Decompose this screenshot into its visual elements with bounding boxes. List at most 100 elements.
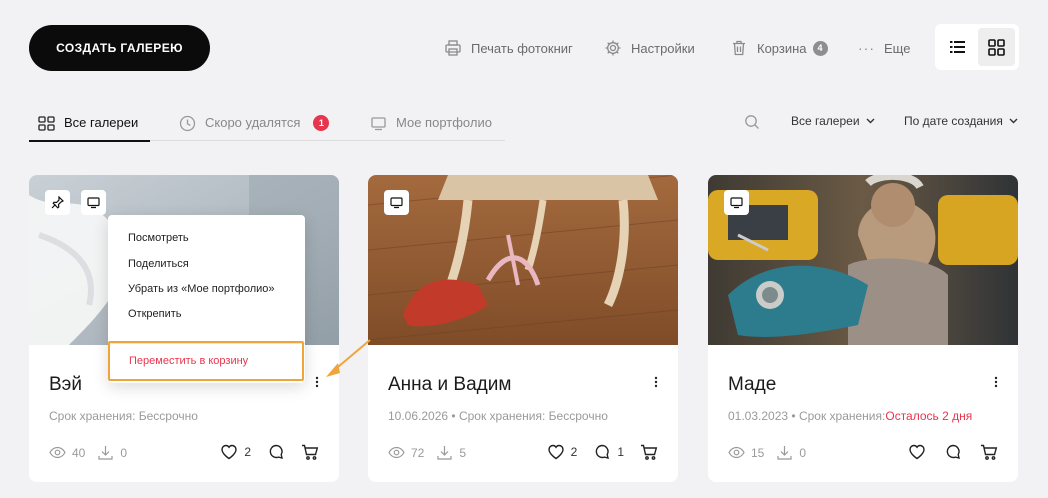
meta-separator: • — [448, 409, 459, 423]
chevron-down-icon — [866, 118, 875, 124]
grid-view-button[interactable] — [978, 28, 1015, 66]
more-menu[interactable]: ··· Еще — [858, 38, 910, 58]
gallery-actions — [908, 443, 998, 461]
storage-label: Срок хранения: Бессрочно — [458, 409, 608, 423]
sort-value: По дате создания — [904, 114, 1003, 128]
menu-item-unpin[interactable]: Открепить — [128, 308, 182, 320]
gallery-title: Вэй — [49, 374, 82, 395]
comment-icon[interactable] — [944, 443, 962, 461]
search-icon — [745, 115, 759, 129]
gallery-title: Маде — [728, 374, 777, 395]
clock-icon — [179, 115, 196, 132]
gallery-type-dropdown[interactable]: Все галереи — [791, 114, 875, 128]
download-icon — [777, 446, 792, 460]
unpin-button[interactable] — [45, 190, 70, 215]
chevron-down-icon — [1009, 118, 1018, 124]
more-label: Еще — [884, 40, 911, 56]
download-icon — [98, 446, 113, 460]
gallery-card[interactable]: Маде 01.03.2023 • Срок хранения:Осталось… — [708, 175, 1018, 482]
heart-icon[interactable] — [220, 443, 238, 461]
eye-icon — [49, 446, 66, 459]
sort-dropdown[interactable]: По дате создания — [904, 114, 1018, 128]
list-view-button[interactable] — [939, 28, 976, 66]
gallery-tabs: Все галереи Скоро удалятся 1 Мое портфол… — [29, 108, 505, 142]
monitor-icon — [390, 197, 403, 209]
portfolio-badge — [81, 190, 106, 215]
soon-deleted-count-badge: 1 — [313, 115, 330, 131]
views-count: 15 — [751, 445, 765, 460]
tab-all-galleries[interactable]: Все галереи — [29, 108, 150, 142]
menu-item-share[interactable]: Поделиться — [128, 258, 189, 270]
heart-icon[interactable] — [547, 443, 565, 461]
menu-item-view[interactable]: Посмотреть — [128, 232, 189, 244]
ellipsis-icon: ··· — [858, 40, 875, 56]
comment-icon[interactable] — [267, 443, 285, 461]
downloads-count: 0 — [799, 445, 807, 460]
meta-separator: • — [788, 409, 799, 423]
grid-icon — [988, 38, 1005, 56]
download-icon — [437, 446, 452, 460]
trash-count-badge: 4 — [812, 40, 828, 56]
menu-item-remove-portfolio[interactable]: Убрать из «Мое портфолио» — [128, 283, 275, 295]
trash-link[interactable]: Корзина 4 — [730, 38, 828, 58]
cart-icon[interactable] — [980, 443, 998, 461]
kebab-menu-icon — [994, 376, 998, 388]
card-menu-button[interactable] — [988, 373, 1004, 391]
grid-icon — [38, 116, 55, 131]
gallery-date: 10.06.2026 — [388, 409, 449, 423]
storage-warning: Осталось 2 дня — [885, 409, 973, 423]
eye-icon — [388, 446, 405, 459]
gallery-stats: 40 0 — [49, 444, 127, 461]
annotation-arrow — [326, 339, 371, 377]
likes-count: 2 — [570, 445, 578, 459]
monitor-icon — [730, 197, 743, 209]
comments-count: 1 — [617, 445, 624, 459]
views-count: 40 — [72, 445, 86, 460]
gallery-actions: 2 — [220, 443, 319, 461]
view-switch — [935, 24, 1019, 70]
portfolio-badge — [384, 190, 409, 215]
portfolio-badge — [724, 190, 749, 215]
tab-my-portfolio[interactable]: Мое портфолио — [370, 108, 492, 141]
card-context-menu: Посмотреть Поделиться Убрать из «Мое пор… — [108, 215, 305, 383]
heart-icon[interactable] — [908, 443, 926, 461]
search-button[interactable] — [744, 114, 760, 130]
storage-label: Срок хранения: Бессрочно — [49, 409, 198, 423]
gallery-meta: 10.06.2026 • Срок хранения: Бессрочно — [388, 409, 608, 423]
print-photobooks-label: Печать фотокниг — [471, 40, 573, 56]
tab-all-galleries-label: Все галереи — [64, 115, 139, 130]
gallery-cover-image — [368, 175, 678, 345]
gallery-stats: 72 5 — [388, 444, 466, 461]
eye-icon — [728, 446, 745, 459]
settings-link[interactable]: Настройки — [604, 38, 695, 58]
gear-icon — [605, 40, 621, 56]
gallery-meta: 01.03.2023 • Срок хранения:Осталось 2 дн… — [728, 409, 972, 423]
trash-icon — [733, 40, 745, 56]
menu-item-move-to-trash[interactable]: Переместить в корзину — [108, 341, 304, 381]
trash-label: Корзина — [757, 40, 807, 56]
gallery-card[interactable]: Анна и Вадим 10.06.2026 • Срок хранения:… — [368, 175, 678, 482]
monitor-icon — [371, 117, 386, 131]
kebab-menu-icon — [654, 376, 658, 388]
gallery-title: Анна и Вадим — [388, 374, 512, 395]
printer-icon — [445, 40, 461, 56]
gallery-date: 01.03.2023 — [728, 409, 789, 423]
likes-count: 2 — [244, 445, 251, 459]
gallery-cover-image — [708, 175, 1018, 345]
downloads-count: 5 — [459, 445, 467, 460]
print-photobooks-link[interactable]: Печать фотокниг — [444, 38, 573, 58]
create-gallery-button[interactable]: СОЗДАТЬ ГАЛЕРЕЮ — [29, 25, 210, 71]
gallery-type-value: Все галереи — [791, 114, 860, 128]
comment-icon[interactable] — [593, 443, 611, 461]
cart-icon[interactable] — [301, 443, 319, 461]
gallery-actions: 2 1 — [547, 443, 658, 461]
settings-label: Настройки — [631, 40, 695, 56]
tab-soon-deleted[interactable]: Скоро удалятся 1 — [179, 108, 330, 141]
gallery-meta: Срок хранения: Бессрочно — [49, 409, 198, 423]
card-menu-button[interactable] — [648, 373, 664, 391]
cart-icon[interactable] — [640, 443, 658, 461]
tab-soon-deleted-label: Скоро удалятся — [205, 115, 301, 130]
storage-label: Срок хранения: — [798, 409, 886, 423]
list-icon — [949, 41, 965, 53]
views-count: 72 — [411, 445, 425, 460]
